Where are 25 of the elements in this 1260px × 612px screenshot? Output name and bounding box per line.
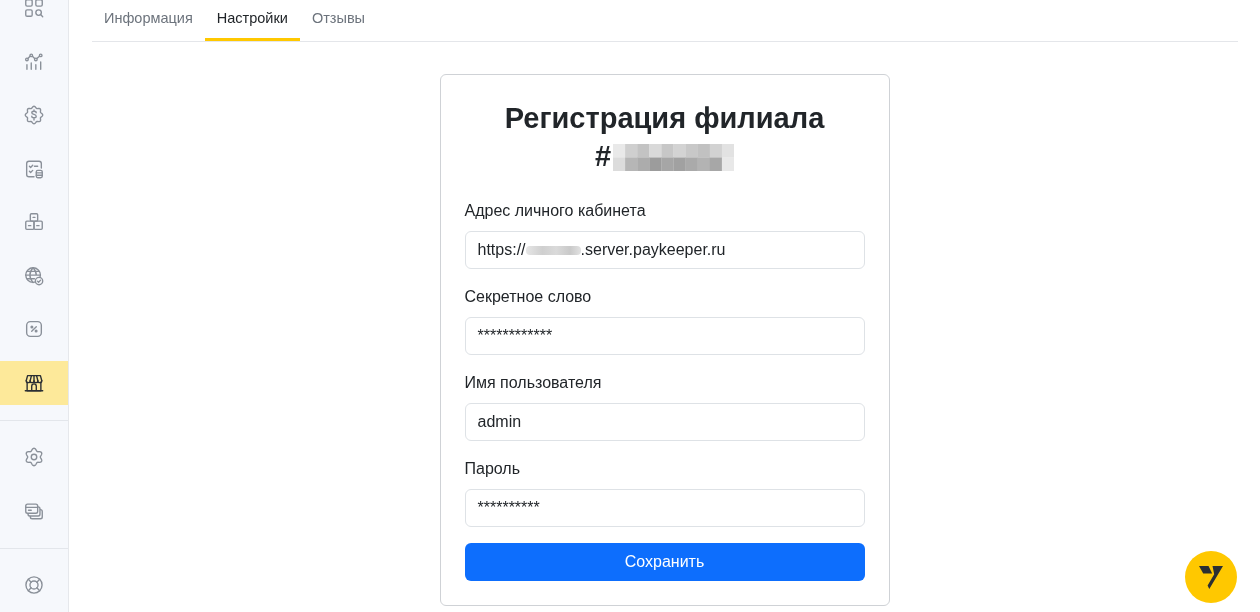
floating-logo-button[interactable] [1185,551,1237,603]
input-field[interactable]: https:// .server.paykeeper.ru [464,231,865,269]
gear-icon [23,446,45,468]
field-label: Имя пользователя [464,373,602,393]
save-button[interactable]: Сохранить [464,543,865,581]
tab[interactable]: Настройки [204,0,300,41]
field-label: Секретное слово [464,287,592,307]
boxes-icon [23,211,45,233]
globe-check-icon [23,264,45,287]
grid-search-icon [23,0,45,19]
line-chart-icon [23,50,45,73]
logo-icon [1199,565,1223,589]
percent-icon [23,318,45,340]
form-title: Регистрация филиала [504,101,825,136]
input-field[interactable]: ************ [464,317,865,355]
tab[interactable]: Информация [92,0,205,41]
field-label: Адрес личного кабинета [464,201,646,221]
lifebuoy-icon [23,574,45,596]
field-label: Пароль [464,459,520,479]
dollar-badge-icon [23,104,45,126]
number-sign: # [594,139,612,174]
sidebar-item[interactable] [0,360,68,405]
input-field[interactable]: admin [464,403,865,441]
input-field[interactable]: ********** [464,489,865,527]
tab[interactable]: Отзывы [299,0,377,41]
